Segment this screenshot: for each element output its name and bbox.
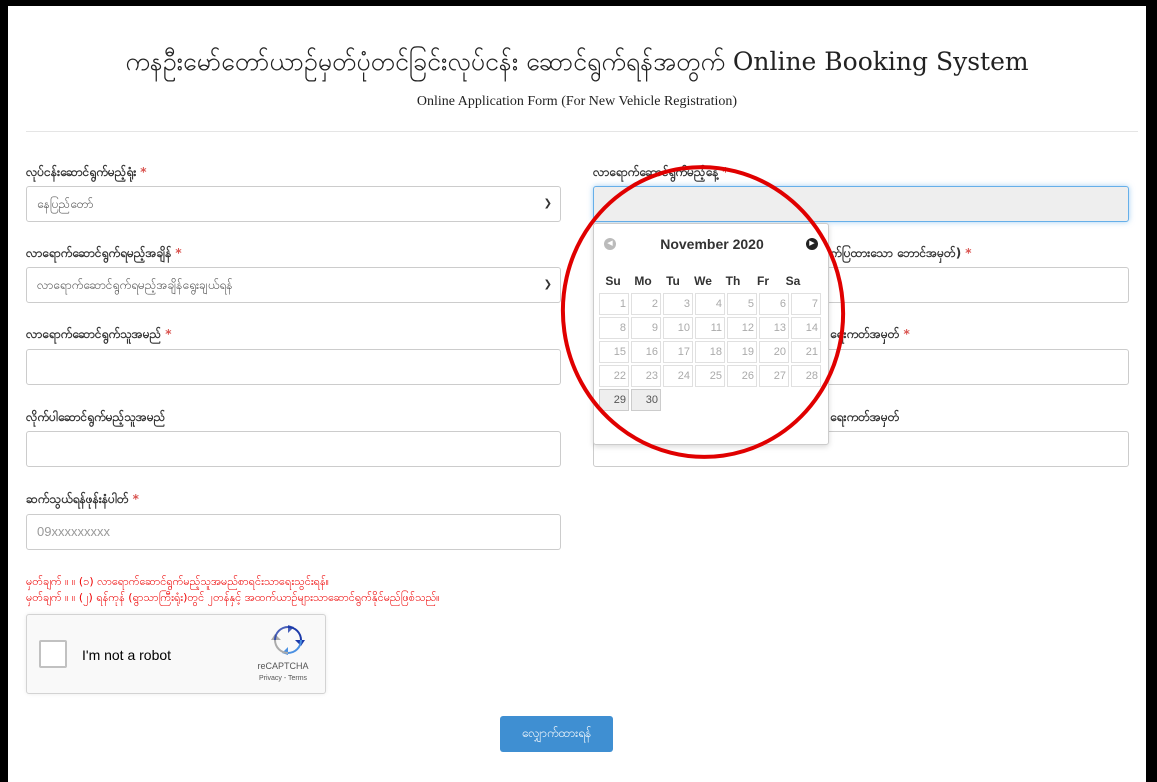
- weekday-header: Fr: [757, 274, 769, 288]
- datepicker-week-row: 29 30: [598, 388, 822, 412]
- note-line: မှတ်ချက် ။ ။ (၁) လာရောက်ဆောင်ရွက်မည့်သူအ…: [26, 575, 329, 588]
- recaptcha-label: I'm not a robot: [82, 647, 172, 663]
- weekday-header: We: [694, 274, 712, 288]
- recaptcha-privacy-terms-link[interactable]: Privacy - Terms: [253, 675, 313, 682]
- visit-time-label: လာရောက်ဆောင်ရွက်ရမည့်အချိန် *: [26, 246, 182, 260]
- day-cell: 27: [759, 365, 789, 387]
- phone-placeholder: 09xxxxxxxxx: [37, 524, 110, 539]
- datepicker-grid: Su Mo Tu We Th Fr Sa 1 2 3 4 5 6 7 8 9 10 11 12 13 14 15 16 17…: [598, 270, 822, 412]
- day-cell: 18: [695, 341, 725, 363]
- required-mark: *: [140, 165, 147, 179]
- applicant-name-input[interactable]: [26, 349, 561, 385]
- day-cell: 8: [599, 317, 629, 339]
- empty-day-cell: [759, 389, 789, 411]
- day-cell: 20: [759, 341, 789, 363]
- datepicker-week-row: 15 16 17 18 19 20 21: [598, 340, 822, 364]
- datepicker-weeks: 1 2 3 4 5 6 7 8 9 10 11 12 13 14 15 16 17 18 19 20 21 22 23 24 2…: [598, 292, 822, 412]
- day-cell[interactable]: 30: [631, 389, 661, 411]
- day-cell: 10: [663, 317, 693, 339]
- day-cell: 7: [791, 293, 821, 315]
- day-cell: 16: [631, 341, 661, 363]
- day-cell: 5: [727, 293, 757, 315]
- day-cell: 3: [663, 293, 693, 315]
- day-cell: 22: [599, 365, 629, 387]
- required-mark: *: [132, 492, 139, 506]
- recaptcha-widget: I'm not a robot reCAPTCHA Privacy - Term…: [26, 614, 326, 694]
- day-cell: 2: [631, 293, 661, 315]
- datepicker-month-label: November 2020: [660, 236, 764, 252]
- day-cell: 17: [663, 341, 693, 363]
- required-mark: *: [903, 327, 910, 341]
- office-select-value: နေပြည်တော်: [37, 197, 94, 211]
- companion-nrc-label: ရေးကတ်အမှတ်: [830, 410, 900, 424]
- empty-day-cell: [727, 389, 757, 411]
- day-cell: 1: [599, 293, 629, 315]
- required-mark: *: [722, 165, 729, 179]
- visit-date-label: လာရောက်ဆောင်ရွက်မည့်နေ့ *: [593, 165, 729, 179]
- day-cell: 28: [791, 365, 821, 387]
- applicant-nrc-label: ရေးကတ်အမှတ် *: [830, 327, 910, 341]
- day-cell[interactable]: 29: [599, 389, 629, 411]
- chevron-down-icon: ❯: [543, 279, 552, 290]
- companion-name-input[interactable]: [26, 431, 561, 467]
- required-mark: *: [965, 246, 972, 260]
- day-cell: 11: [695, 317, 725, 339]
- applicant-name-label: လာရောက်ဆောင်ရွက်သူအမည် *: [26, 327, 172, 341]
- header-divider: [26, 131, 1138, 132]
- day-cell: 4: [695, 293, 725, 315]
- visit-time-select-value: လာရောက်ဆောင်ရွက်ရမည့်အချိန်ရွေးချယ်ရန်: [37, 278, 233, 292]
- day-cell: 9: [631, 317, 661, 339]
- weekday-header: Mo: [634, 274, 652, 288]
- day-cell: 13: [759, 317, 789, 339]
- empty-day-cell: [695, 389, 725, 411]
- weekday-header: Tu: [666, 274, 680, 288]
- day-cell: 23: [631, 365, 661, 387]
- next-month-icon[interactable]: ▶: [806, 238, 818, 250]
- page-frame: ကနဦးမော်တော်ယာဉ်မှတ်ပုံတင်ခြင်းလုပ်ငန်း …: [8, 6, 1146, 782]
- datepicker-week-row: 22 23 24 25 26 27 28: [598, 364, 822, 388]
- day-cell: 6: [759, 293, 789, 315]
- required-mark: *: [165, 327, 172, 341]
- note-line: မှတ်ချက် ။ ။ (၂) ရန်ကုန် (ရွာသာကြီးရုံး)…: [26, 591, 440, 604]
- datepicker-week-row: 1234567: [598, 292, 822, 316]
- day-cell: 12: [727, 317, 757, 339]
- visit-time-select[interactable]: လာရောက်ဆောင်ရွက်ရမည့်အချိန်ရွေးချယ်ရန် ❯: [26, 267, 561, 303]
- datepicker-popup: ◀ November 2020 ▶ Su Mo Tu We Th Fr Sa 1234567…: [593, 223, 829, 445]
- required-mark: *: [175, 246, 182, 260]
- weekday-header: Su: [605, 274, 621, 288]
- recaptcha-checkbox[interactable]: [39, 640, 67, 668]
- day-cell: 21: [791, 341, 821, 363]
- empty-day-cell: [663, 389, 693, 411]
- chassis-no-label: က်ပြထားသော ဘောင်အမှတ်) *: [830, 246, 972, 260]
- visit-date-input[interactable]: [593, 186, 1129, 222]
- phone-label: ဆက်သွယ်ရန်ဖုန်းနံပါတ် *: [26, 492, 139, 506]
- recaptcha-brand: reCAPTCHA: [257, 661, 309, 671]
- submit-button[interactable]: လျှောက်ထားရန်: [500, 716, 613, 752]
- day-cell: 25: [695, 365, 725, 387]
- day-cell: 15: [599, 341, 629, 363]
- weekday-header: Sa: [785, 274, 801, 288]
- day-cell: 19: [727, 341, 757, 363]
- office-select[interactable]: နေပြည်တော် ❯: [26, 186, 561, 222]
- chevron-down-icon: ❯: [543, 198, 552, 209]
- day-cell: 26: [727, 365, 757, 387]
- office-label: လုပ်ငန်းဆောင်ရွက်မည့်ရုံး *: [26, 165, 147, 179]
- datepicker-week-row: 8 9 10 11 12 13 14: [598, 316, 822, 340]
- weekday-header: Th: [725, 274, 741, 288]
- phone-input[interactable]: 09xxxxxxxxx: [26, 514, 561, 550]
- empty-day-cell: [791, 389, 821, 411]
- day-cell: 24: [663, 365, 693, 387]
- day-cell: 14: [791, 317, 821, 339]
- companion-name-label: လိုက်ပါဆောင်ရွက်မည့်သူအမည်: [26, 410, 166, 424]
- notes: မှတ်ချက် ။ ။ (၁) လာရောက်ဆောင်ရွက်မည့်သူအ…: [26, 574, 440, 606]
- recaptcha-logo-icon: [271, 625, 305, 655]
- datepicker-weekday-row: Su Mo Tu We Th Fr Sa: [598, 270, 822, 292]
- page-subtitle: Online Application Form (For New Vehicle…: [416, 94, 738, 109]
- page-title: ကနဦးမော်တော်ယာဉ်မှတ်ပုံတင်ခြင်းလုပ်ငန်း …: [125, 47, 1029, 76]
